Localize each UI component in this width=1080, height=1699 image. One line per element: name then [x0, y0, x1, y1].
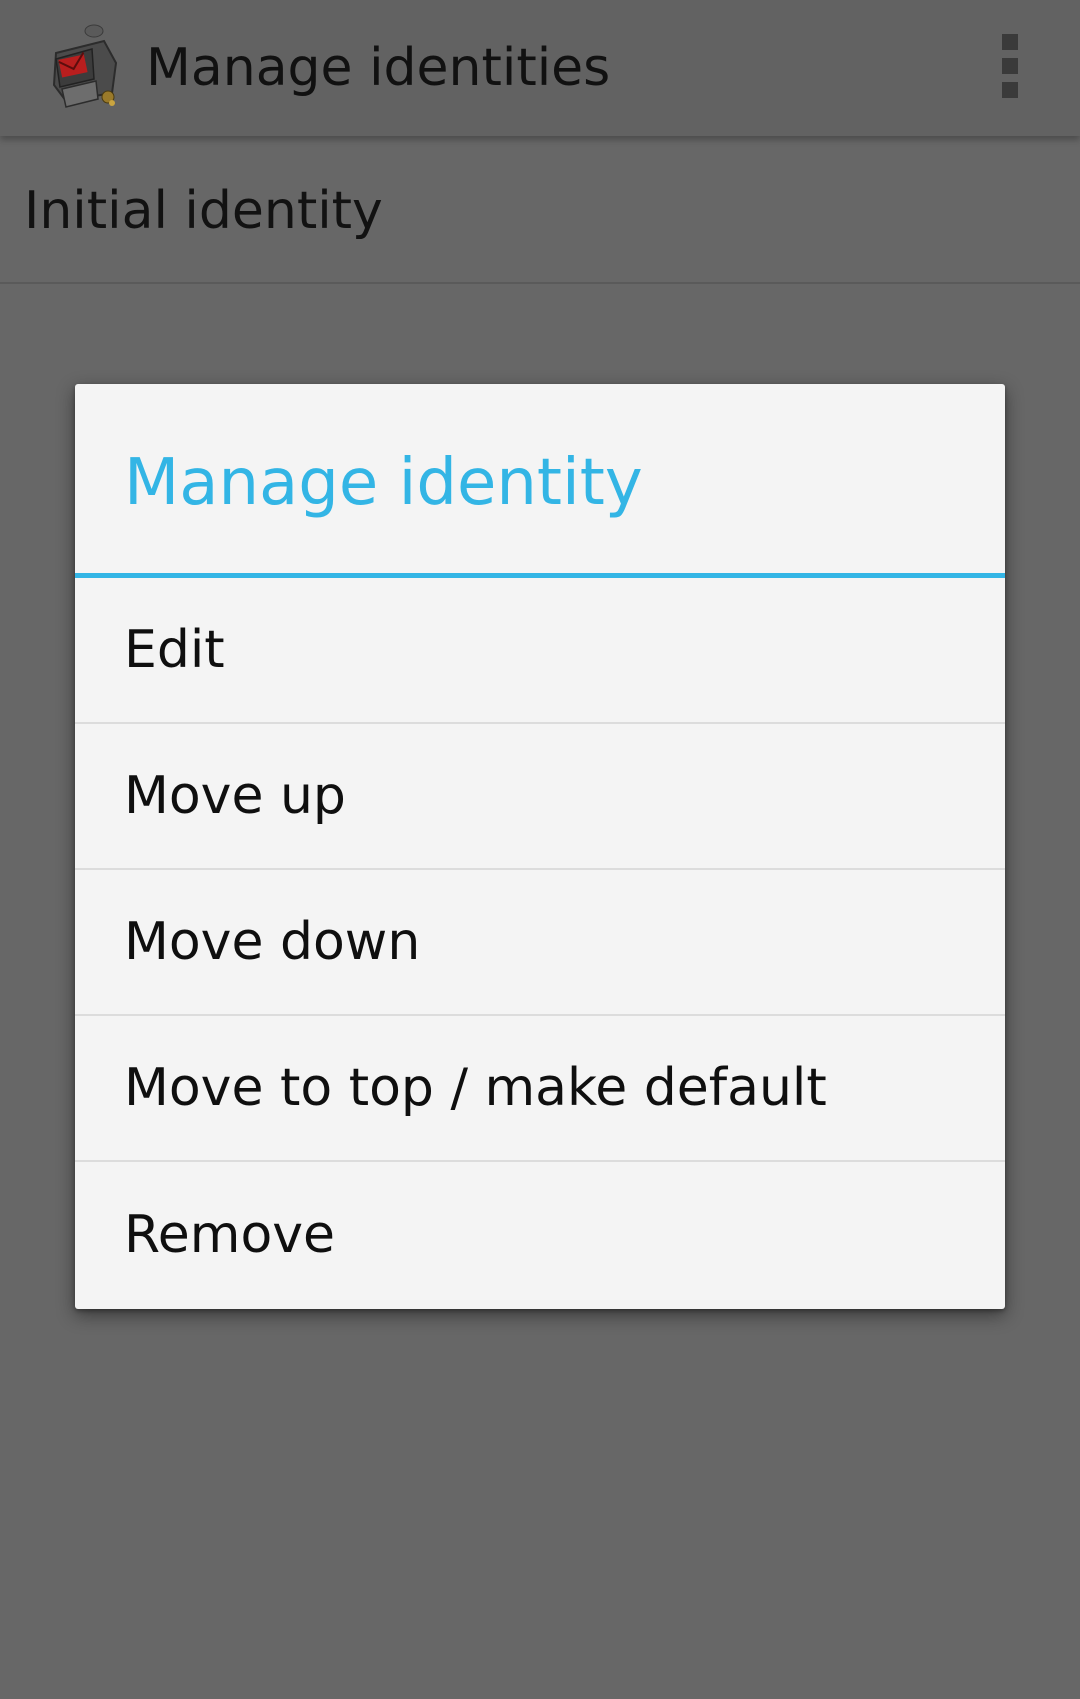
- app-title: Manage identities: [146, 38, 611, 98]
- menu-item-move-down[interactable]: Move down: [75, 870, 1005, 1016]
- menu-item-label: Move down: [124, 912, 421, 972]
- overflow-dot: [1002, 58, 1018, 74]
- menu-item-edit[interactable]: Edit: [75, 578, 1005, 724]
- manage-identity-dialog: Manage identity Edit Move up Move down M…: [75, 384, 1005, 1309]
- menu-item-label: Remove: [124, 1205, 336, 1265]
- menu-item-label: Move to top / make default: [124, 1058, 827, 1118]
- menu-item-move-up[interactable]: Move up: [75, 724, 1005, 870]
- identity-label: Initial identity: [24, 181, 383, 241]
- screen: Manage identities Initial identity Manag…: [0, 0, 1080, 1699]
- dialog-header: Manage identity: [75, 384, 1005, 578]
- menu-item-label: Edit: [124, 620, 225, 680]
- menu-item-remove[interactable]: Remove: [75, 1162, 1005, 1308]
- overflow-dot: [1002, 82, 1018, 98]
- identity-list-item[interactable]: Initial identity: [0, 140, 1080, 284]
- k9-mail-robot-icon[interactable]: [46, 23, 126, 113]
- dialog-title: Manage identity: [124, 445, 643, 520]
- action-bar: Manage identities: [0, 0, 1080, 136]
- overflow-menu-icon[interactable]: [1002, 34, 1022, 98]
- overflow-dot: [1002, 34, 1018, 50]
- menu-item-label: Move up: [124, 766, 346, 826]
- menu-item-move-to-top[interactable]: Move to top / make default: [75, 1016, 1005, 1162]
